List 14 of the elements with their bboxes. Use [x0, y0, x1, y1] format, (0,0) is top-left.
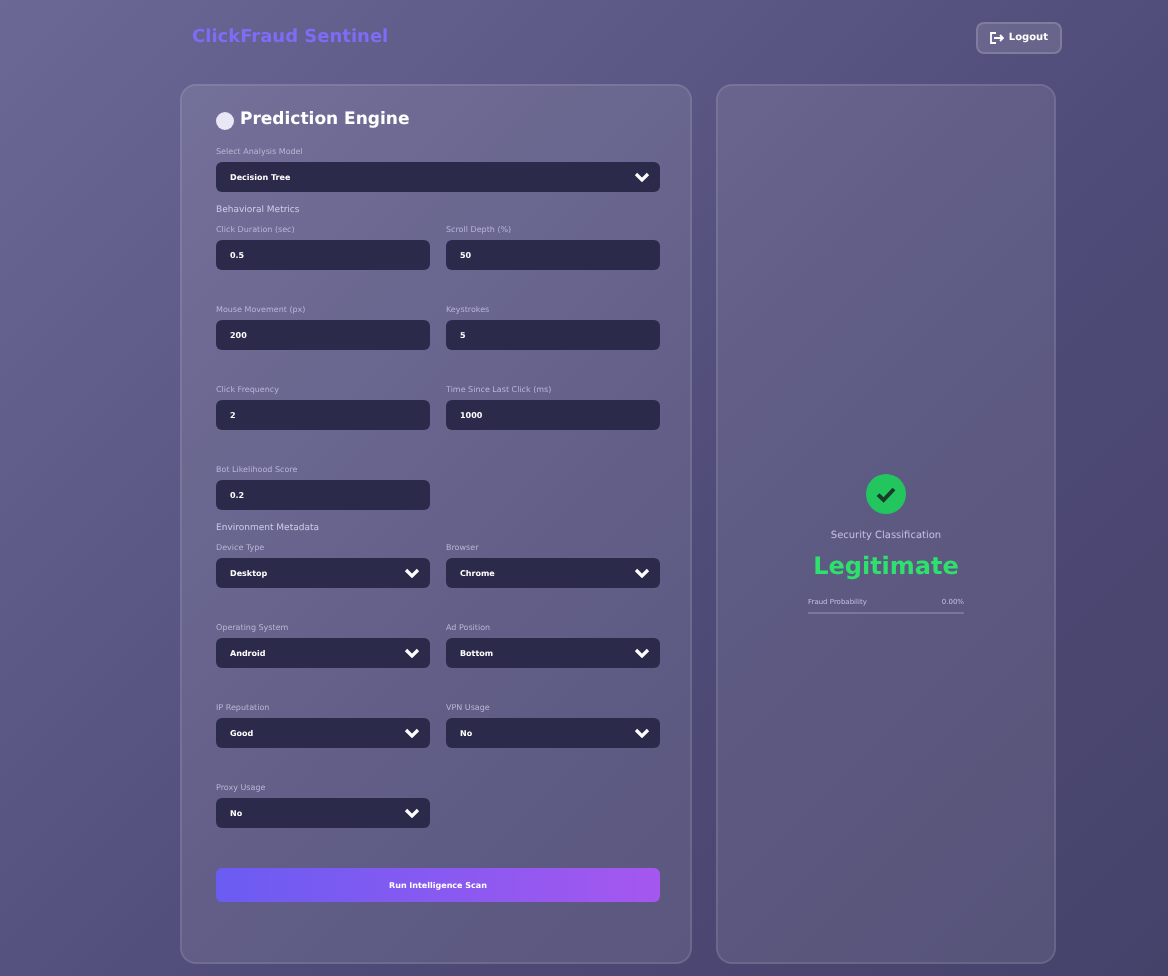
logout-icon	[990, 32, 1005, 44]
chevron-icon	[634, 568, 650, 578]
circle-icon	[216, 111, 234, 129]
chevron-icon	[404, 728, 420, 738]
result-verdict: Legitimate	[813, 552, 959, 580]
chevron-icon	[634, 648, 650, 658]
chevron-icon	[404, 568, 420, 578]
chevron-icon	[634, 172, 650, 182]
brand-title: ClickFraud Sentinel	[192, 28, 389, 48]
chevron-icon	[404, 648, 420, 658]
card-title: Prediction Engine	[240, 110, 410, 130]
check-circle-icon	[866, 474, 906, 514]
chevron-icon	[634, 728, 650, 738]
chevron-icon	[404, 808, 420, 818]
